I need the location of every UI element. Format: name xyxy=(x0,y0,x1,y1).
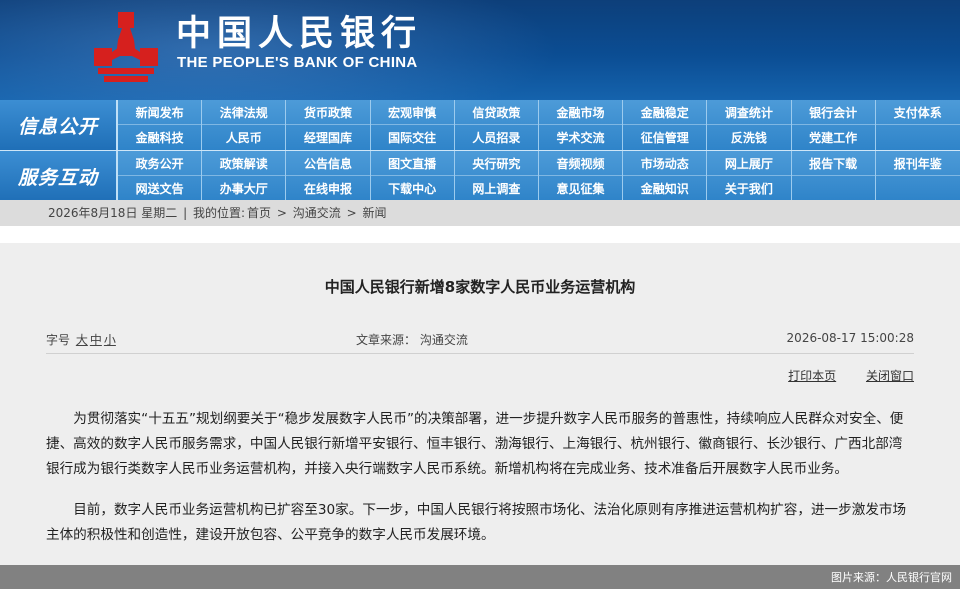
location-label: 我的位置: xyxy=(192,206,246,220)
nav-item-international[interactable]: 国际交往 xyxy=(371,125,455,150)
nav-item-yearbook[interactable]: 报刊年鉴 xyxy=(876,151,960,176)
bank-english-name: THE PEOPLE'S BANK OF CHINA xyxy=(177,54,418,71)
nav-item-audio-video[interactable]: 音频视频 xyxy=(539,151,624,176)
article-source: 文章来源： 沟通交流 xyxy=(356,333,468,347)
nav-item-credit-reference[interactable]: 征信管理 xyxy=(623,125,708,150)
nav-item-empty xyxy=(876,125,960,150)
breadcrumb-home[interactable]: 首页 xyxy=(247,206,271,220)
nav-item-live-broadcast[interactable]: 图文直播 xyxy=(371,151,455,176)
nav-service-interaction: 服务互动 政务公开 政策解读 公告信息 图文直播 央行研究 音频视频 市场动态 … xyxy=(0,150,960,201)
article-paragraph: 为贯彻落实“十五五”规划纲要关于“稳步发展数字人民币”的决策部署，进一步提升数字… xyxy=(46,411,904,477)
article-paragraph: 目前，数字人民币业务运营机构已扩容至30家。下一步，中国人民银行将按照市场化、法… xyxy=(46,502,907,543)
nav-item-policy-interpretation[interactable]: 政策解读 xyxy=(202,151,287,176)
nav-info-disclosure: 信息公开 新闻发布 法律法规 货币政策 宏观审慎 信贷政策 金融市场 金融稳定 … xyxy=(0,100,960,150)
breadcrumb-separator: > xyxy=(346,206,357,220)
current-date: 2026年8月18日 星期二 xyxy=(48,206,178,220)
breadcrumb-communication[interactable]: 沟通交流 xyxy=(293,206,341,220)
nav-item-notices[interactable]: 网送文告 xyxy=(118,176,203,201)
nav-item-anti-money-laundering[interactable]: 反洗钱 xyxy=(707,125,792,150)
nav-item-report-download[interactable]: 报告下载 xyxy=(792,151,876,176)
pboc-emblem-icon[interactable] xyxy=(88,10,164,86)
nav-item-recruitment[interactable]: 人员招录 xyxy=(455,125,539,150)
nav-item-online-filing[interactable]: 在线申报 xyxy=(286,176,371,201)
article-panel: 中国人民银行新增8家数字人民币业务运营机构 字号 大中小 文章来源： 沟通交流 … xyxy=(0,243,960,589)
nav-item-empty xyxy=(876,176,960,201)
font-size-switcher: 字号 大中小 xyxy=(46,331,116,348)
nav-item-government-affairs[interactable]: 政务公开 xyxy=(118,151,203,176)
nav-item-download-center[interactable]: 下载中心 xyxy=(371,176,455,201)
nav-item-treasury[interactable]: 经理国库 xyxy=(286,125,371,150)
site-header: 中国人民银行 THE PEOPLE'S BANK OF CHINA xyxy=(0,0,960,100)
font-size-large[interactable]: 大 xyxy=(76,333,88,347)
nav-item-statistics[interactable]: 调查统计 xyxy=(707,100,792,125)
nav-section-label[interactable]: 服务互动 xyxy=(0,151,116,201)
nav-item-about-us[interactable]: 关于我们 xyxy=(707,176,792,201)
nav-item-monetary-policy[interactable]: 货币政策 xyxy=(286,100,371,125)
nav-item-payment-system[interactable]: 支付体系 xyxy=(876,100,960,125)
nav-item-fintech[interactable]: 金融科技 xyxy=(118,125,203,150)
article-title: 中国人民银行新增8家数字人民币业务运营机构 xyxy=(324,278,636,296)
nav-item-financial-knowledge[interactable]: 金融知识 xyxy=(623,176,708,201)
article-tools: 打印本页 关闭窗口 xyxy=(762,367,914,384)
article-date: 2026-08-17 15:00:28 xyxy=(786,331,914,345)
font-size-small[interactable]: 小 xyxy=(104,333,116,347)
breadcrumb: 2026年8月18日 星期二 | 我的位置: 首页 > 沟通交流 > 新闻 xyxy=(48,200,389,226)
nav-section-label[interactable]: 信息公开 xyxy=(0,100,116,150)
nav-item-financial-stability[interactable]: 金融稳定 xyxy=(623,100,708,125)
nav-item-research[interactable]: 央行研究 xyxy=(455,151,539,176)
breadcrumb-bar: 2026年8月18日 星期二 | 我的位置: 首页 > 沟通交流 > 新闻 xyxy=(0,200,960,226)
image-credit-bar xyxy=(0,565,960,589)
meta-divider xyxy=(46,353,914,354)
nav-item-bank-accounting[interactable]: 银行会计 xyxy=(792,100,876,125)
article-body: 为贯彻落实“十五五”规划纲要关于“稳步发展数字人民币”的决策部署，进一步提升数字… xyxy=(46,407,914,564)
nav-item-party-building[interactable]: 党建工作 xyxy=(792,125,876,150)
bank-chinese-name: 中国人民银行 xyxy=(176,13,423,54)
nav-item-online-survey[interactable]: 网上调查 xyxy=(455,176,539,201)
nav-item-service-hall[interactable]: 办事大厅 xyxy=(202,176,287,201)
image-credit: 图片来源：人民银行官网 xyxy=(831,571,952,584)
nav-item-news-release[interactable]: 新闻发布 xyxy=(118,100,203,125)
nav-item-credit-policy[interactable]: 信贷政策 xyxy=(455,100,539,125)
breadcrumb-news[interactable]: 新闻 xyxy=(362,206,386,220)
nav-item-financial-market[interactable]: 金融市场 xyxy=(539,100,624,125)
nav-item-market-dynamics[interactable]: 市场动态 xyxy=(623,151,708,176)
font-size-medium[interactable]: 中 xyxy=(90,333,102,347)
nav-item-feedback[interactable]: 意见征集 xyxy=(539,176,624,201)
print-page-link[interactable]: 打印本页 xyxy=(788,369,836,383)
article-meta: 字号 大中小 文章来源： 沟通交流 2026-08-17 15:00:28 xyxy=(46,331,914,349)
nav-item-laws[interactable]: 法律法规 xyxy=(202,100,287,125)
nav-item-announcements[interactable]: 公告信息 xyxy=(286,151,371,176)
nav-item-rmb[interactable]: 人民币 xyxy=(202,125,287,150)
nav-item-academic[interactable]: 学术交流 xyxy=(539,125,624,150)
close-window-link[interactable]: 关闭窗口 xyxy=(866,369,914,383)
nav-item-online-exhibition[interactable]: 网上展厅 xyxy=(707,151,792,176)
font-size-label: 字号 xyxy=(46,333,71,347)
breadcrumb-divider: | xyxy=(183,206,188,220)
nav-item-empty xyxy=(792,176,876,201)
nav-item-macroprudential[interactable]: 宏观审慎 xyxy=(371,100,455,125)
breadcrumb-separator: > xyxy=(276,206,287,220)
